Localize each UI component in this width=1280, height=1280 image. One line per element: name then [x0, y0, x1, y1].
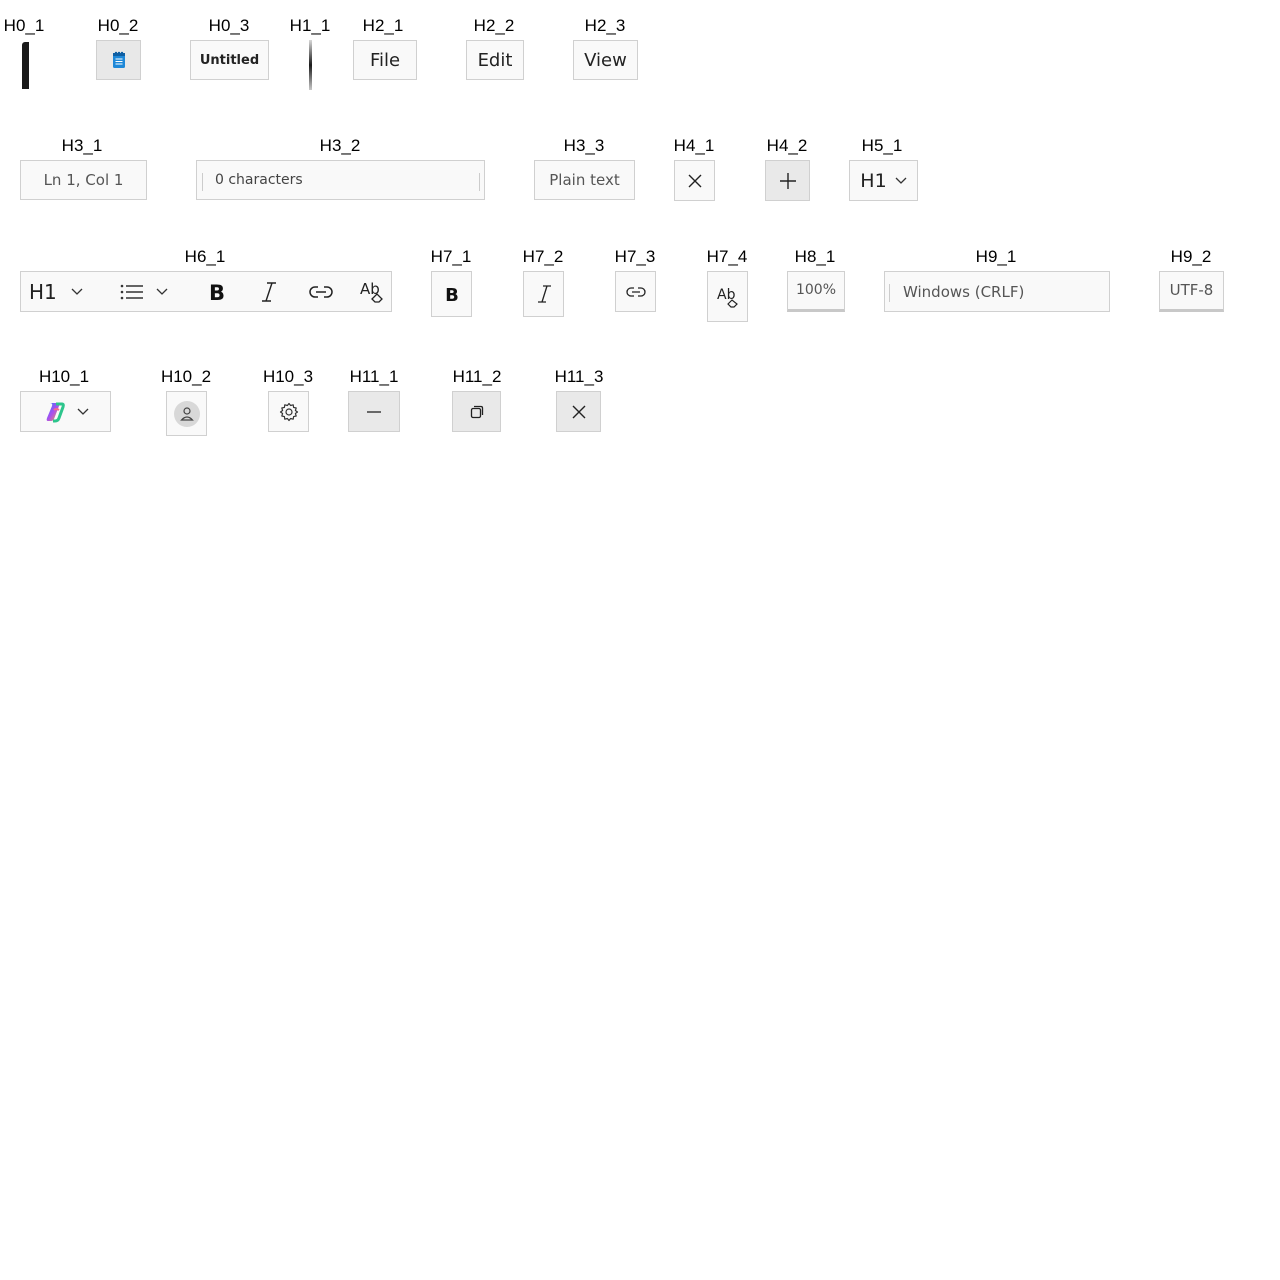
caption-h9-1: H9_1: [975, 247, 1017, 266]
menu-edit[interactable]: Edit: [466, 40, 524, 80]
heading-select-value: H1: [860, 169, 887, 192]
close-icon: [687, 173, 703, 189]
character-count-label: 0 characters: [215, 172, 303, 188]
text-format-button[interactable]: Plain text: [534, 160, 635, 200]
bold-icon[interactable]: B: [207, 281, 227, 303]
caption-h4-2: H4_2: [766, 136, 808, 155]
caption-h7-4: H7_4: [706, 247, 748, 266]
copilot-icon: [43, 400, 67, 424]
minimize-button[interactable]: [348, 391, 400, 432]
caption-h2-2: H2_2: [473, 16, 515, 35]
caption-h9-2: H9_2: [1170, 247, 1212, 266]
tab-left-edge: [20, 40, 30, 90]
caption-h10-2: H10_2: [160, 367, 212, 386]
encoding-selector[interactable]: UTF-8: [1159, 271, 1224, 312]
caption-h3-2: H3_2: [319, 136, 361, 155]
caption-h11-1: H11_1: [349, 367, 399, 386]
line-ending-label: Windows (CRLF): [903, 282, 1025, 301]
caption-h3-3: H3_3: [563, 136, 605, 155]
clear-formatting-icon: Ab: [716, 285, 740, 309]
caption-h1-1: H1_1: [289, 16, 331, 35]
app-icon-button: [96, 40, 141, 80]
line-ending-selector[interactable]: Windows (CRLF): [884, 271, 1110, 312]
bold-button[interactable]: B: [431, 271, 472, 317]
caption-h11-2: H11_2: [452, 367, 502, 386]
bold-icon: B: [444, 284, 460, 304]
zoom-level[interactable]: 100%: [787, 271, 845, 312]
chevron-down-icon: [77, 408, 89, 416]
link-icon: [625, 286, 646, 298]
status-separator: [202, 173, 203, 191]
toolbar-heading-value: H1: [29, 280, 57, 304]
caption-h7-2: H7_2: [522, 247, 564, 266]
caption-h2-3: H2_3: [584, 16, 626, 35]
minimize-icon: [367, 410, 381, 413]
status-separator: [889, 284, 890, 302]
caption-h11-3: H11_3: [554, 367, 604, 386]
caption-h8-1: H8_1: [794, 247, 836, 266]
svg-text:B: B: [209, 281, 225, 303]
caption-h10-3: H10_3: [262, 367, 314, 386]
notepad-icon: [111, 51, 127, 69]
clear-formatting-icon[interactable]: Ab: [359, 279, 385, 305]
tab-close-button[interactable]: [674, 160, 715, 201]
svg-text:B: B: [445, 285, 459, 304]
menu-file[interactable]: File: [353, 40, 417, 80]
tab-title[interactable]: Untitled: [190, 40, 269, 80]
caption-h2-1: H2_1: [362, 16, 404, 35]
italic-icon: [536, 285, 552, 303]
caption-h6-1: H6_1: [184, 247, 226, 266]
menu-view[interactable]: View: [573, 40, 638, 80]
heading-select[interactable]: H1: [849, 160, 918, 201]
svg-text:Ab: Ab: [360, 280, 380, 298]
new-tab-button[interactable]: [765, 160, 810, 201]
tab-divider: [308, 40, 314, 90]
link-icon[interactable]: [308, 284, 334, 300]
toolbar-heading-dropdown[interactable]: H1: [29, 280, 83, 304]
plus-icon: [779, 172, 797, 190]
restore-button[interactable]: [452, 391, 501, 432]
formatting-toolbar: H1 B Ab: [20, 271, 392, 312]
chevron-down-icon: [895, 177, 907, 185]
list-icon: [120, 283, 144, 301]
link-button[interactable]: [615, 271, 656, 312]
character-count: 0 characters: [196, 160, 485, 200]
caption-h10-1: H10_1: [38, 367, 90, 386]
close-icon: [571, 404, 587, 420]
italic-button[interactable]: [523, 271, 564, 317]
chevron-down-icon: [156, 288, 168, 296]
cursor-position: Ln 1, Col 1: [20, 160, 147, 200]
caption-h0-3: H0_3: [208, 16, 250, 35]
caption-h0-2: H0_2: [97, 16, 139, 35]
account-button[interactable]: [166, 391, 207, 436]
italic-icon[interactable]: [259, 281, 279, 303]
chevron-down-icon: [71, 288, 83, 296]
caption-h7-3: H7_3: [614, 247, 656, 266]
account-icon: [173, 400, 201, 428]
caption-h0-1: H0_1: [3, 16, 45, 35]
clear-formatting-button[interactable]: Ab: [707, 271, 748, 322]
caption-h3-1: H3_1: [61, 136, 103, 155]
status-separator: [479, 173, 480, 191]
copilot-button[interactable]: [20, 391, 111, 432]
settings-button[interactable]: [268, 391, 309, 432]
restore-icon: [470, 405, 484, 419]
window-close-button[interactable]: [556, 391, 601, 432]
caption-h7-1: H7_1: [430, 247, 472, 266]
caption-h4-1: H4_1: [673, 136, 715, 155]
gear-icon: [279, 402, 299, 422]
caption-h5-1: H5_1: [861, 136, 903, 155]
toolbar-list-dropdown[interactable]: [120, 280, 168, 304]
